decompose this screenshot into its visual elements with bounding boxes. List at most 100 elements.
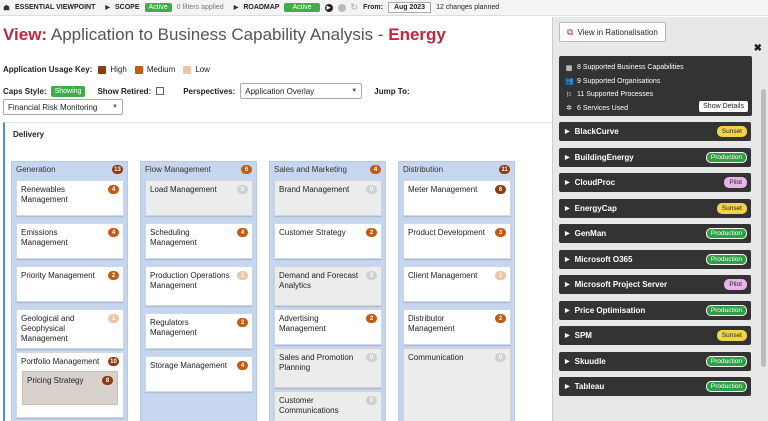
capability-card[interactable]: Customer Strategy 2 [274, 223, 382, 259]
show-details-button[interactable]: Show Details [699, 101, 748, 112]
capability-card[interactable]: Load Management 0 [145, 180, 253, 216]
capability-card[interactable]: Demand and Forecast Analytics 0 [274, 266, 382, 306]
expand-arrow-icon[interactable]: ▶ [565, 281, 570, 288]
app-count-badge: 1 [495, 271, 506, 280]
expand-arrow-icon[interactable]: ▶ [565, 128, 570, 135]
capability-name: Pricing Strategy [27, 376, 84, 385]
view-in-rationalisation-button[interactable]: ⧉ View in Rationalisation [559, 22, 666, 42]
capability-card[interactable]: Renewables Management 4 [16, 180, 124, 216]
expand-arrow-icon[interactable]: ▶ [565, 307, 570, 314]
capability-card[interactable]: Product Development 3 [403, 223, 511, 259]
app-count-badge: 0 [366, 353, 377, 362]
title-prefix: View: [3, 25, 48, 44]
play-icon[interactable]: ▶ [324, 3, 333, 12]
capability-card[interactable]: Customer Communications 0 [274, 391, 382, 421]
lifecycle-status-badge: Sunset [716, 202, 747, 214]
capability-name: Brand Management [279, 185, 350, 194]
app-count-badge: 3 [495, 228, 506, 237]
expand-arrow-icon[interactable]: ▶ [565, 256, 570, 263]
capability-card[interactable]: Sales and Promotion Planning 0 [274, 348, 382, 388]
application-row[interactable]: ▶ EnergyCap Sunset [559, 198, 751, 218]
roadmap-status-badge[interactable]: Active [284, 3, 320, 12]
capability-name: Meter Management [408, 185, 478, 194]
scope-expand-icon[interactable]: ▶ [105, 4, 110, 11]
capability-card[interactable]: Priority Management 2 [16, 266, 124, 302]
perspectives-select[interactable]: Application Overlay ▼ [240, 83, 363, 99]
application-row[interactable]: ▶ Microsoft Project Server Pilot [559, 275, 751, 294]
expand-arrow-icon[interactable]: ▶ [565, 358, 570, 365]
capability-column-generation[interactable]: Generation 13 Renewables Management 4 Em… [11, 161, 128, 421]
application-row[interactable]: ▶ Microsoft O365 Production [559, 249, 751, 269]
expand-arrow-icon[interactable]: ▶ [565, 383, 570, 390]
capability-card[interactable]: Communication 0 [403, 348, 511, 421]
capability-card[interactable]: Regulators Management 2 [145, 313, 253, 349]
capability-name: Scheduling Management [150, 228, 197, 247]
capability-name: Load Management [150, 185, 217, 194]
scope-status-badge[interactable]: Active [144, 3, 172, 12]
stop-icon[interactable] [337, 3, 346, 12]
summary-text: 6 Services Used [577, 104, 628, 112]
capability-column-flow-management[interactable]: Flow Management 6 Load Management 0 Sche… [140, 161, 257, 421]
capability-card[interactable]: Geological and Geophysical Management 1 [16, 309, 124, 349]
application-name-wrap: ▶ GenMan [565, 229, 606, 238]
capability-card[interactable]: Scheduling Management 4 [145, 223, 253, 259]
jump-to-select[interactable]: Financial Risk Monitoring ▼ [3, 99, 123, 115]
expand-arrow-icon[interactable]: ▶ [565, 332, 570, 339]
capability-card[interactable]: Distributor Management 2 [403, 309, 511, 345]
summary-text: 9 Supported Organisations [577, 77, 661, 85]
capability-card[interactable]: Storage Management 4 [145, 356, 253, 392]
application-row[interactable]: ▶ SPM Sunset [559, 326, 751, 345]
sub-capability-card[interactable]: Pricing Strategy 8 [22, 371, 118, 405]
low-swatch [183, 65, 192, 74]
capability-card[interactable]: Emissions Management 4 [16, 223, 124, 259]
from-date-field[interactable]: Aug 2023 [387, 2, 432, 13]
expand-arrow-icon[interactable]: ▶ [565, 179, 570, 186]
summary-line: ▦ 8 Supported Business Capabilities [565, 61, 746, 75]
application-row[interactable]: ▶ BlackCurve Sunset [559, 122, 751, 141]
medium-label: Medium [146, 65, 176, 74]
chevron-down-icon: ▼ [112, 104, 118, 110]
capability-card[interactable]: Meter Management 6 [403, 180, 511, 216]
reset-icon[interactable]: ↻ [351, 2, 359, 13]
medium-swatch [134, 65, 143, 74]
capability-column-distribution[interactable]: Distribution 11 Meter Management 6 Produ… [398, 161, 515, 421]
roadmap-label[interactable]: ROADMAP [243, 4, 279, 11]
application-row[interactable]: ▶ GenMan Production [559, 224, 751, 243]
application-row[interactable]: ▶ Tableau Production [559, 377, 751, 396]
column-title: Generation [16, 165, 56, 174]
capability-card[interactable]: Client Management 1 [403, 266, 511, 302]
capability-card[interactable]: Advertising Management 2 [274, 309, 382, 345]
expand-arrow-icon[interactable]: ▶ [565, 205, 570, 212]
app-count-badge: 0 [366, 271, 377, 280]
application-row[interactable]: ▶ Skuudle Production [559, 351, 751, 371]
app-count-badge: 8 [102, 376, 113, 385]
jump-to-label: Jump To: [374, 86, 410, 96]
capability-column-sales-and-marketing[interactable]: Sales and Marketing 4 Brand Management 0… [269, 161, 386, 421]
scope-label[interactable]: SCOPE [115, 4, 140, 11]
capability-name: Storage Management [150, 361, 227, 370]
application-row[interactable]: ▶ CloudProc Pilot [559, 173, 751, 192]
close-icon[interactable]: ✖ [754, 43, 762, 54]
application-row[interactable]: ▶ Price Optimisation Production [559, 300, 751, 320]
expand-arrow-icon[interactable]: ▶ [565, 154, 570, 161]
application-row[interactable]: ▶ BuildingEnergy Production [559, 147, 751, 167]
lifecycle-status-badge: Production [705, 304, 747, 316]
main-content: View: Application to Business Capability… [0, 17, 552, 421]
app-count-badge: 1 [108, 314, 119, 323]
app-count-badge: 4 [108, 185, 119, 194]
lifecycle-status-badge: Production [705, 228, 747, 239]
show-retired-checkbox[interactable] [156, 87, 165, 95]
panel-scrollbar[interactable] [761, 89, 766, 367]
perspectives-label: Perspectives: [183, 86, 236, 96]
capability-card[interactable]: Production Operations Management 1 [145, 266, 253, 306]
capability-name: Client Management [408, 271, 478, 280]
expand-arrow-icon[interactable]: ▶ [565, 230, 570, 237]
services-icon: ✲ [566, 105, 572, 113]
title-main: Application to Business Capability Analy… [50, 25, 389, 44]
caps-style-toggle[interactable]: Showing [50, 85, 86, 97]
app-count-badge: 10 [108, 357, 119, 366]
capability-card[interactable]: Brand Management 0 [274, 180, 382, 216]
capability-name: Advertising Management [279, 314, 326, 333]
capability-card[interactable]: Portfolio Management 10 Pricing Strategy… [16, 352, 124, 418]
roadmap-expand-icon[interactable]: ▶ [234, 4, 239, 11]
